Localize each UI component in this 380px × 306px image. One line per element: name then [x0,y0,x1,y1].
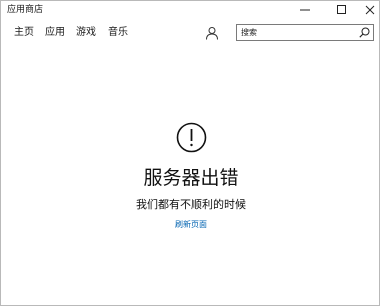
search-icon[interactable] [359,27,370,38]
search-box [236,24,374,41]
refresh-link-row: 刷新页面 [1,219,379,230]
exclamation-circle-icon [176,122,207,153]
close-icon [365,5,375,15]
maximize-button[interactable] [328,1,356,19]
nav-tab-games[interactable]: 游戏 [76,26,96,40]
close-button[interactable] [356,1,379,19]
minimize-icon [300,9,310,11]
nav-bar: 主页 应用 游戏 音乐 [1,19,379,47]
nav-tab-home[interactable]: 主页 [14,26,34,40]
search-input[interactable] [239,25,353,40]
maximize-icon [337,5,346,14]
nav-tab-music[interactable]: 音乐 [108,26,128,40]
account-icon[interactable] [205,26,219,40]
title-bar: 应用商店 [1,1,379,19]
refresh-page-link[interactable]: 刷新页面 [175,220,207,229]
error-message: 我们都有不顺利的时候 [136,198,246,211]
app-title: 应用商店 [7,5,44,15]
error-title: 服务器出错 [143,167,239,189]
app-window: 应用商店 主页 应用 游戏 音乐 搜索 服务器出错 我们都有不顺利的时候 刷新页… [0,0,380,306]
nav-tab-apps[interactable]: 应用 [45,26,65,40]
minimize-button[interactable] [291,1,319,19]
